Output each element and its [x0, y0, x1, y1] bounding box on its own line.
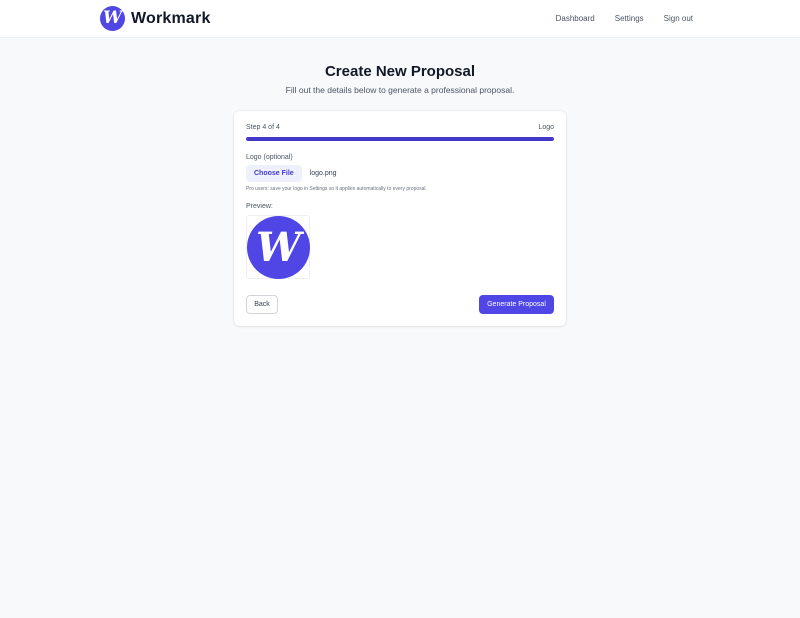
logo-file-input: Choose File logo.png — [246, 165, 337, 182]
step-indicator: Step 4 of 4 Logo — [246, 124, 554, 131]
progress-bar — [246, 137, 554, 141]
logo-hint-text: Pro users: save your logo in Settings so… — [246, 186, 427, 192]
proposal-wizard-card: Step 4 of 4 Logo Logo (optional) Choose … — [234, 111, 566, 326]
logo-preview: W — [246, 215, 310, 279]
page-subtitle: Fill out the details below to generate a… — [285, 85, 515, 95]
generate-proposal-button[interactable]: Generate Proposal — [479, 295, 554, 314]
nav-settings-link[interactable]: Settings — [615, 14, 644, 23]
page-title: Create New Proposal — [324, 63, 476, 80]
top-bar: W Workmark Dashboard Settings Sign out — [0, 0, 800, 38]
progress-bar-fill — [246, 137, 554, 141]
brand[interactable]: W Workmark — [100, 6, 211, 31]
nav-dashboard-link[interactable]: Dashboard — [556, 14, 595, 23]
logo-field-label: Logo (optional) — [246, 154, 293, 161]
nav-sign-out-link[interactable]: Sign out — [664, 14, 693, 23]
logo-preview-image: W — [247, 216, 310, 279]
choose-file-button[interactable]: Choose File — [246, 165, 302, 182]
top-nav: Dashboard Settings Sign out — [536, 14, 693, 23]
step-name: Logo — [538, 124, 554, 131]
preview-label: Preview: — [246, 203, 273, 210]
selected-file-name: logo.png — [309, 170, 337, 177]
workmark-logo-icon: W — [100, 6, 125, 31]
brand-name: Workmark — [131, 9, 211, 27]
step-counter: Step 4 of 4 — [246, 124, 280, 131]
back-button[interactable]: Back — [246, 295, 278, 314]
